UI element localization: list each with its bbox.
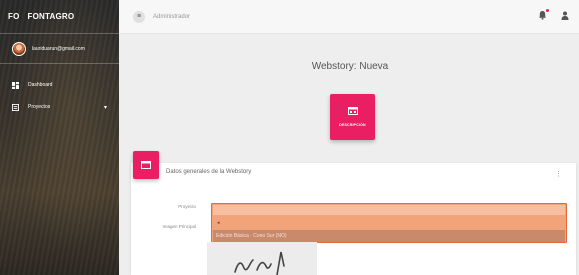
brand[interactable]: FO FONTAGRO — [0, 0, 119, 34]
page-title: Webstory: Nueva — [311, 61, 389, 72]
folder-icon — [12, 103, 19, 111]
panel-header-icon — [133, 151, 159, 179]
more-options-icon[interactable]: ⋮ — [555, 170, 562, 178]
descripcion-tab-button[interactable]: DESCRIPCIÓN — [330, 94, 375, 140]
menu-toggle-button[interactable]: ≡ — [133, 10, 145, 23]
calendar-icon — [141, 161, 151, 169]
brand-mini: FO — [8, 12, 20, 21]
user-icon[interactable] — [561, 11, 569, 20]
proyecto-label: Proyecto — [178, 204, 196, 209]
caret-left-icon: ◂ — [217, 219, 220, 226]
user-email: lauriduarun@gmail.com — [32, 45, 85, 52]
signature-image — [234, 251, 285, 275]
dashboard-icon — [12, 81, 19, 89]
sidebar: FO FONTAGRO lauriduarun@gmail.com Dashbo… — [0, 0, 119, 275]
topbar-title: Administrador — [153, 13, 191, 20]
panel-title: Datos generales de la Webstory — [166, 169, 252, 175]
select-search-row[interactable] — [213, 205, 565, 215]
user-menu[interactable]: lauriduarun@gmail.com — [0, 34, 119, 64]
descripcion-label: DESCRIPCIÓN — [339, 123, 366, 127]
calendar-icon — [347, 107, 358, 115]
topbar: ≡ Administrador — [119, 0, 579, 34]
sidebar-item-proyectos[interactable]: Proyectos ▾ — [0, 96, 119, 118]
notification-badge — [545, 8, 550, 13]
sidebar-item-label: Proyectos — [28, 104, 51, 110]
sidebar-nav: Dashboard Proyectos ▾ — [0, 64, 119, 118]
select-option-highlighted[interactable]: Edición Básica · Cono Sur (NO) — [213, 230, 565, 242]
imagen-principal-label: Imagen Principal — [162, 224, 196, 229]
avatar — [12, 41, 26, 56]
brand-name: FONTAGRO — [27, 12, 75, 21]
select-current[interactable]: ◂ — [213, 215, 565, 230]
imagen-principal-preview — [207, 242, 317, 275]
proyecto-select[interactable]: ◂ Edición Básica · Cono Sur (NO) — [211, 203, 567, 243]
sidebar-item-label: Dashboard — [28, 82, 53, 88]
chevron-down-icon: ▾ — [103, 104, 107, 111]
sidebar-item-dashboard[interactable]: Dashboard — [0, 74, 119, 96]
datos-generales-panel: Datos generales de la Webstory ⋮ Proyect… — [131, 151, 576, 275]
